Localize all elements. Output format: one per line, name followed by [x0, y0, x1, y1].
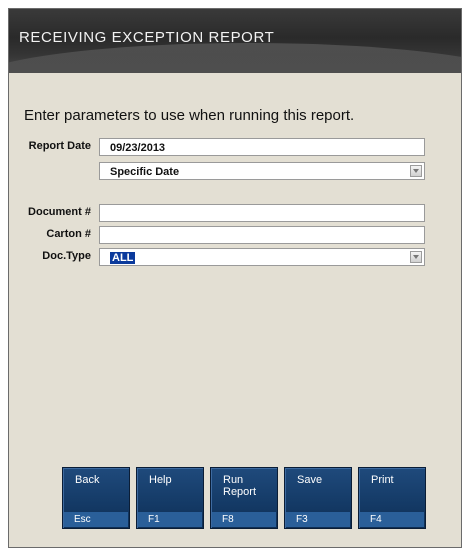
help-button-key: F1 — [138, 512, 202, 527]
run-report-button-key: F8 — [212, 512, 276, 527]
document-number-label: Document # — [28, 206, 91, 218]
print-button-label: Print — [371, 474, 394, 486]
report-date-label: Report Date — [28, 140, 91, 152]
back-button[interactable]: Back Esc — [62, 467, 130, 529]
chevron-down-icon[interactable] — [410, 251, 422, 263]
instructions-text: Enter parameters to use when running thi… — [24, 107, 355, 124]
title-bar-decoration — [9, 43, 461, 73]
back-button-key: Esc — [64, 512, 128, 527]
title-bar: RECEIVING EXCEPTION REPORT — [9, 9, 461, 73]
save-button-key: F3 — [286, 512, 350, 527]
run-report-button[interactable]: Run Report F8 — [210, 467, 278, 529]
doc-type-select[interactable]: ALL — [99, 248, 425, 266]
help-button[interactable]: Help F1 — [136, 467, 204, 529]
print-button[interactable]: Print F4 — [358, 467, 426, 529]
chevron-down-icon[interactable] — [410, 165, 422, 177]
report-date-mode-value: Specific Date — [110, 166, 180, 178]
report-date-mode-select[interactable]: Specific Date — [99, 162, 425, 180]
print-button-key: F4 — [360, 512, 424, 527]
document-number-input[interactable] — [99, 204, 425, 222]
back-button-label: Back — [75, 474, 100, 486]
window-title: RECEIVING EXCEPTION REPORT — [19, 29, 275, 46]
save-button[interactable]: Save F3 — [284, 467, 352, 529]
doc-type-label: Doc.Type — [42, 250, 91, 262]
run-report-button-label: Run Report — [223, 474, 257, 498]
carton-number-input[interactable] — [99, 226, 425, 244]
carton-number-label: Carton # — [46, 228, 91, 240]
report-date-input[interactable]: 09/23/2013 — [99, 138, 425, 156]
help-button-label: Help — [149, 474, 172, 486]
report-window: RECEIVING EXCEPTION REPORT Enter paramet… — [8, 8, 462, 548]
doc-type-value: ALL — [110, 252, 136, 264]
save-button-label: Save — [297, 474, 323, 486]
